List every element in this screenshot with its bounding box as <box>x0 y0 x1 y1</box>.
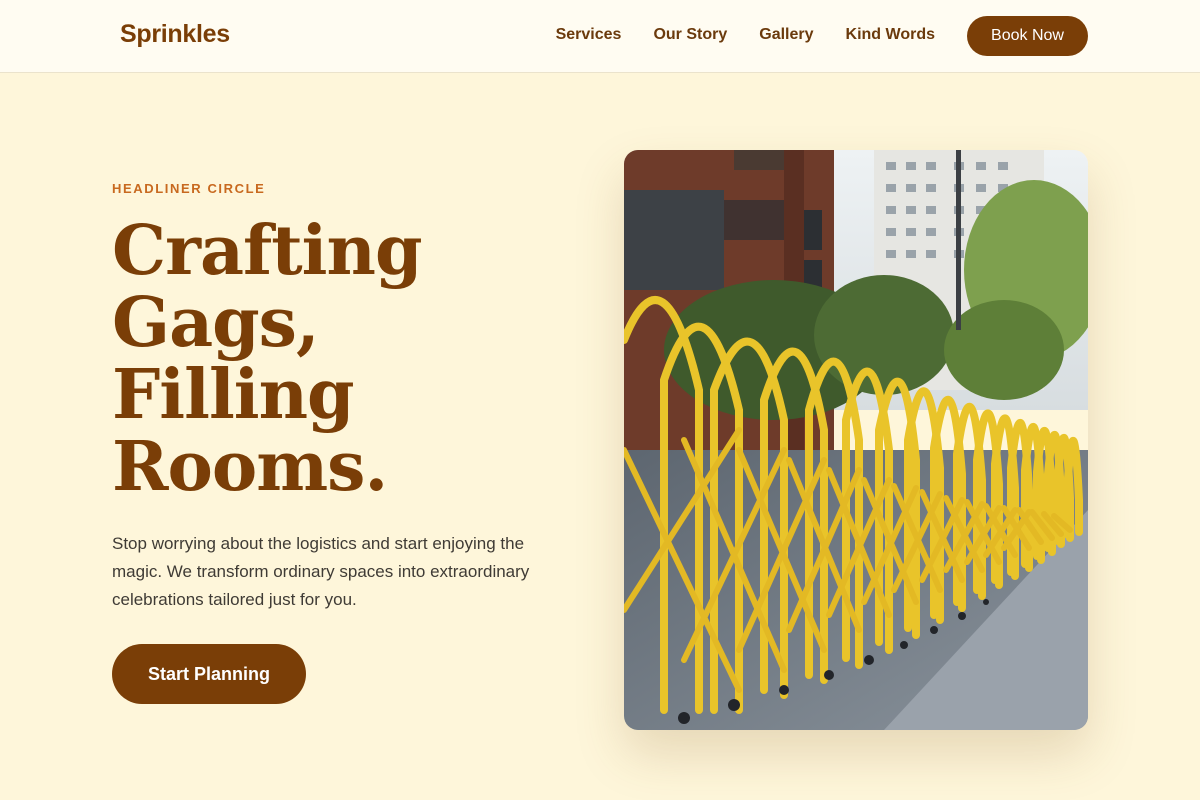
hero-photo-illustration <box>624 150 1088 730</box>
hero-eyebrow: HEADLINER CIRCLE <box>112 181 266 196</box>
top-navbar: Sprinkles Services Our Story Gallery Kin… <box>0 0 1200 73</box>
brand-logo[interactable]: Sprinkles <box>120 20 230 49</box>
hero-headline: Crafting Gags, Filling Rooms. <box>112 215 552 503</box>
nav-link-gallery[interactable]: Gallery <box>759 26 813 44</box>
hero-description: Stop worrying about the logistics and st… <box>112 534 530 609</box>
nav-links: Services Our Story Gallery Kind Words <box>556 26 935 44</box>
headline-line: Crafting <box>112 211 423 291</box>
book-now-button[interactable]: Book Now <box>967 16 1088 56</box>
start-planning-button[interactable]: Start Planning <box>112 644 306 704</box>
headline-line: Filling <box>112 355 355 435</box>
nav-link-services[interactable]: Services <box>556 26 622 44</box>
hero-photo <box>624 150 1088 730</box>
nav-link-our-story[interactable]: Our Story <box>653 26 727 44</box>
headline-line: Gags, <box>112 283 320 363</box>
nav-link-kind-words[interactable]: Kind Words <box>846 26 935 44</box>
headline-line: Rooms. <box>112 427 388 507</box>
